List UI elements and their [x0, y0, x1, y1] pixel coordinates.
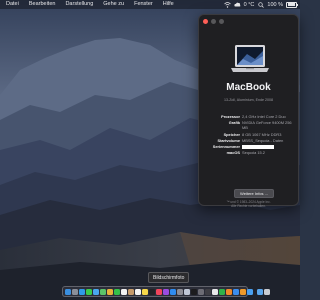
launchpad-icon[interactable] [72, 288, 78, 295]
cloud-weather-icon[interactable] [234, 1, 241, 8]
finder-icon[interactable] [65, 288, 71, 295]
textedit-icon[interactable] [212, 288, 218, 295]
minimize-button[interactable] [211, 19, 216, 24]
rights-line: Alle Rechte vorbehalten. [231, 204, 266, 209]
photos-icon[interactable] [107, 288, 113, 295]
music-icon[interactable] [156, 288, 162, 295]
macbook-icon [231, 45, 269, 72]
spec-row-processor: Prozessor 2,4 GHz Intel Core 2 Duo [203, 114, 296, 119]
serial-redaction [242, 145, 274, 149]
window-controls [203, 19, 224, 24]
zoom-button[interactable] [219, 19, 224, 24]
spec-row-serial-number: Seriennummer [203, 144, 296, 149]
messages-icon[interactable] [86, 288, 92, 295]
menu-bar: Datei Bearbeiten Darstellung Gehe zu Fen… [0, 0, 300, 9]
spec-label: Prozessor [221, 114, 240, 119]
spec-row-startup-volume: Startvolume MBSS_Sequoia - Daten [203, 138, 296, 143]
spec-value: Sequoia 15.2 [242, 150, 265, 156]
spec-value: 2,4 GHz Intel Core 2 Duo [242, 114, 286, 119]
spec-row-memory: Speicher 8 GB 1067 MHz DDR3 [203, 132, 296, 137]
spec-label: Seriennummer [212, 144, 240, 150]
activity-icon[interactable] [205, 288, 211, 295]
spec-label: Grafik [228, 120, 240, 126]
tv-icon[interactable] [149, 288, 155, 295]
search-icon[interactable] [257, 1, 264, 8]
safari-icon[interactable] [79, 288, 85, 295]
more-info-button[interactable]: Weitere Infos ... [234, 189, 274, 198]
home-icon[interactable] [240, 288, 246, 295]
reminders-icon[interactable] [135, 288, 141, 295]
menu-item-gehe-zu[interactable]: Gehe zu [98, 0, 129, 9]
menu-item-bearbeiten[interactable]: Bearbeiten [24, 0, 61, 9]
numbers-icon[interactable] [219, 288, 225, 295]
menu-item-darstellung[interactable]: Darstellung [60, 0, 98, 9]
spec-value: MBSS_Sequoia - Daten [242, 137, 284, 143]
wifi-icon[interactable] [223, 1, 231, 8]
spec-label: Speicher [223, 131, 240, 137]
facetime-icon[interactable] [114, 288, 120, 295]
contacts-icon[interactable] [128, 288, 134, 295]
weather-icon[interactable] [247, 288, 253, 295]
trash-icon[interactable] [264, 288, 270, 295]
menu-item-fenster[interactable]: Fenster [129, 0, 158, 9]
preview-icon[interactable] [184, 288, 190, 295]
appstore-icon[interactable] [170, 288, 176, 295]
maps-icon[interactable] [100, 288, 106, 295]
menu-item-datei[interactable]: Datei [1, 0, 24, 9]
notes-icon[interactable] [142, 288, 148, 295]
terminal-icon[interactable] [191, 288, 197, 295]
close-button[interactable] [203, 19, 208, 24]
dock-tooltip: Bildschirmfoto [148, 272, 190, 283]
battery-percent[interactable]: 100 % [267, 2, 283, 8]
mail-icon[interactable] [93, 288, 99, 295]
spec-row-macos: macOS Sequoia 15.2 [203, 150, 296, 155]
pages-icon[interactable] [226, 288, 232, 295]
menu-item-hilfe[interactable]: Hilfe [158, 0, 179, 9]
screenshot-icon[interactable] [198, 288, 204, 295]
spec-label: macOS [226, 150, 240, 156]
spec-value: 8 GB 1067 MHz DDR3 [242, 131, 282, 137]
downloads-icon[interactable] [257, 288, 263, 295]
settings-icon[interactable] [177, 288, 183, 295]
battery-icon[interactable] [286, 1, 298, 8]
dock [62, 286, 270, 297]
spec-label: Startvolume [217, 137, 241, 143]
copyright-notice: ™ und © 1983–2024 Apple Inc. Alle Rechte… [199, 200, 298, 208]
spec-list: Prozessor 2,4 GHz Intel Core 2 Duo Grafi… [203, 114, 296, 157]
weather-temperature[interactable]: 0 °C [244, 2, 255, 8]
podcasts-icon[interactable] [163, 288, 169, 295]
keynote-icon[interactable] [233, 288, 239, 295]
model-name: MacBook [226, 82, 271, 93]
calendar-icon[interactable] [121, 288, 127, 295]
about-this-mac-window: MacBook 13-Zoll, Aluminium, Ende 2008 Pr… [198, 14, 299, 208]
spec-row-graphics: Grafik NVIDIA GeForce 9400M 256 MB [203, 120, 296, 130]
model-description: 13-Zoll, Aluminium, Ende 2008 [224, 98, 273, 102]
spec-value: NVIDIA GeForce 9400M 256 MB [242, 120, 292, 131]
